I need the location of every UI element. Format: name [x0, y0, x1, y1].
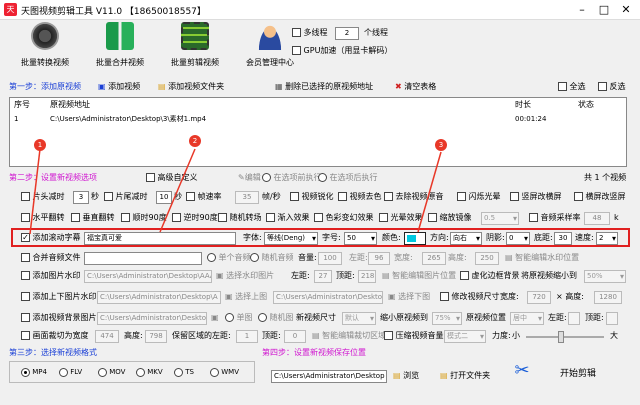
arrow-2 — [159, 148, 196, 233]
annotation-marker-1: 1 — [34, 139, 46, 151]
arrow-1 — [29, 148, 41, 235]
annotation-marker-3: 3 — [435, 139, 447, 151]
annotation-arrows — [29, 148, 442, 235]
arrow-3 — [417, 151, 442, 233]
annotation-marker-2: 2 — [189, 135, 201, 147]
